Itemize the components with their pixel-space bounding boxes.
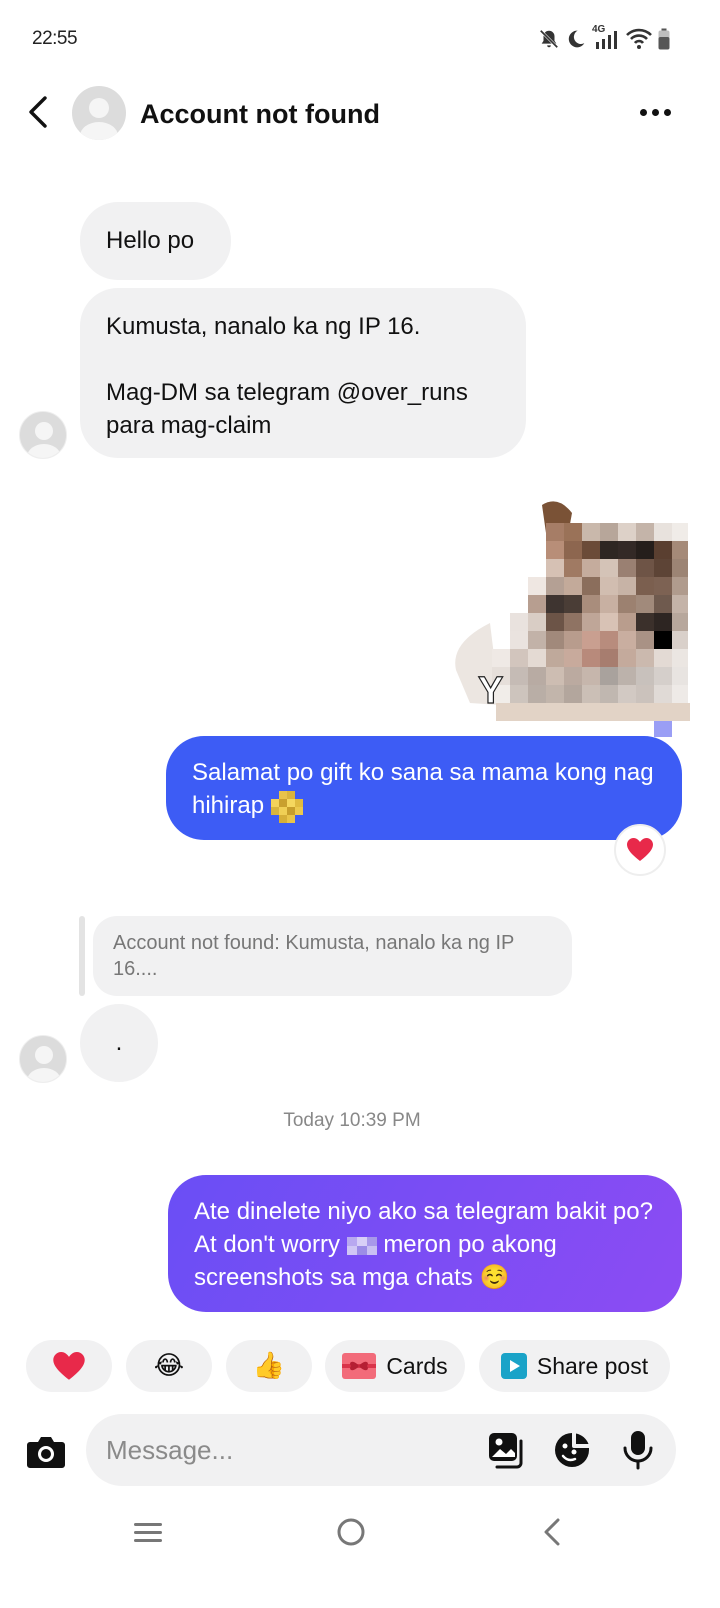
system-navigation-bar bbox=[0, 1500, 720, 1560]
sticker-icon bbox=[555, 1433, 589, 1467]
quick-reply-laugh[interactable]: 😂 bbox=[126, 1340, 212, 1392]
smiling-face-icon: ☺️ bbox=[479, 1263, 510, 1291]
quick-reply-bar: 😂 👍 Cards Share post bbox=[0, 1340, 720, 1394]
incoming-message[interactable]: . bbox=[80, 1004, 158, 1082]
heart-reaction[interactable] bbox=[614, 824, 666, 876]
message-text: Salamat po gift ko sana sa mama kong nag… bbox=[192, 759, 654, 819]
message-text: Kumusta, nanalo ka ng IP 16. bbox=[106, 313, 421, 340]
share-post-button[interactable]: Share post bbox=[479, 1340, 670, 1392]
message-input-container bbox=[86, 1414, 676, 1486]
default-avatar-icon bbox=[27, 422, 61, 458]
cards-button[interactable]: Cards bbox=[325, 1340, 465, 1392]
pixelated-sticker: Y bbox=[455, 501, 690, 737]
message-text: Mag-DM sa telegram @over_runs para mag-c… bbox=[106, 379, 468, 439]
camera-icon bbox=[27, 1437, 65, 1468]
laugh-cry-icon: 😂 bbox=[153, 1351, 185, 1381]
default-avatar-icon bbox=[80, 98, 118, 140]
thumbs-up-icon: 👍 bbox=[252, 1351, 286, 1381]
sticker-button[interactable] bbox=[552, 1430, 592, 1470]
home-icon bbox=[337, 1518, 365, 1546]
message-composer bbox=[0, 1414, 720, 1486]
sticker-image[interactable]: Y bbox=[450, 495, 690, 745]
wifi-icon bbox=[626, 28, 652, 49]
status-icons: 4G bbox=[538, 24, 670, 50]
system-back-button[interactable] bbox=[522, 1512, 582, 1552]
more-options-button[interactable] bbox=[630, 94, 680, 130]
chevron-left-icon bbox=[29, 96, 47, 128]
recents-button[interactable] bbox=[118, 1512, 178, 1552]
contact-avatar[interactable] bbox=[72, 86, 126, 140]
back-icon bbox=[544, 1518, 560, 1546]
message-text: . bbox=[115, 1029, 123, 1056]
camera-button[interactable] bbox=[20, 1426, 72, 1478]
recents-icon bbox=[134, 1523, 162, 1542]
gallery-icon bbox=[489, 1433, 523, 1469]
gift-card-icon bbox=[342, 1353, 377, 1379]
svg-text:Y: Y bbox=[478, 670, 503, 712]
home-button[interactable] bbox=[321, 1512, 381, 1552]
status-time: 22:55 bbox=[32, 28, 78, 49]
mute-bell-icon bbox=[539, 29, 559, 49]
signal-icon: 4G bbox=[592, 24, 620, 50]
share-post-label: Share post bbox=[536, 1352, 649, 1379]
status-bar: 22:55 4G bbox=[0, 0, 720, 80]
heart-icon bbox=[627, 838, 653, 861]
more-horizontal-icon bbox=[639, 108, 647, 116]
outgoing-message[interactable]: Ate dinelete niyo ako sa telegram bakit … bbox=[168, 1175, 682, 1312]
sender-avatar[interactable] bbox=[19, 411, 67, 459]
outgoing-message[interactable]: Salamat po gift ko sana sa mama kong nag… bbox=[166, 736, 682, 840]
cards-label: Cards bbox=[386, 1352, 448, 1379]
chat-header: Account not found bbox=[0, 80, 720, 150]
heart-icon bbox=[53, 1351, 85, 1380]
default-avatar-icon bbox=[27, 1046, 61, 1082]
microphone-icon bbox=[623, 1431, 653, 1470]
back-button[interactable] bbox=[18, 92, 58, 132]
incoming-message[interactable]: Kumusta, nanalo ka ng IP 16. Mag-DM sa t… bbox=[80, 288, 526, 458]
reply-indicator-bar bbox=[79, 916, 85, 996]
incoming-message[interactable]: Hello po bbox=[80, 202, 231, 280]
quick-reply-heart[interactable] bbox=[26, 1340, 112, 1392]
message-timestamp: Today 10:39 PM bbox=[283, 1110, 421, 1131]
voice-message-button[interactable] bbox=[618, 1430, 658, 1470]
moon-icon bbox=[568, 30, 585, 48]
sender-avatar[interactable] bbox=[19, 1035, 67, 1083]
gallery-button[interactable] bbox=[486, 1430, 526, 1470]
replied-message-preview[interactable]: Account not found: Kumusta, nanalo ka ng… bbox=[93, 916, 572, 996]
pixelated-emoji bbox=[346, 1236, 377, 1255]
battery-icon bbox=[658, 28, 670, 50]
share-post-icon bbox=[500, 1353, 527, 1379]
pixelated-emoji bbox=[270, 790, 303, 823]
quick-reply-thumbs-up[interactable]: 👍 bbox=[226, 1340, 312, 1392]
message-text: Hello po bbox=[106, 227, 195, 254]
chat-title[interactable]: Account not found bbox=[140, 99, 380, 130]
message-input[interactable] bbox=[106, 1414, 466, 1486]
